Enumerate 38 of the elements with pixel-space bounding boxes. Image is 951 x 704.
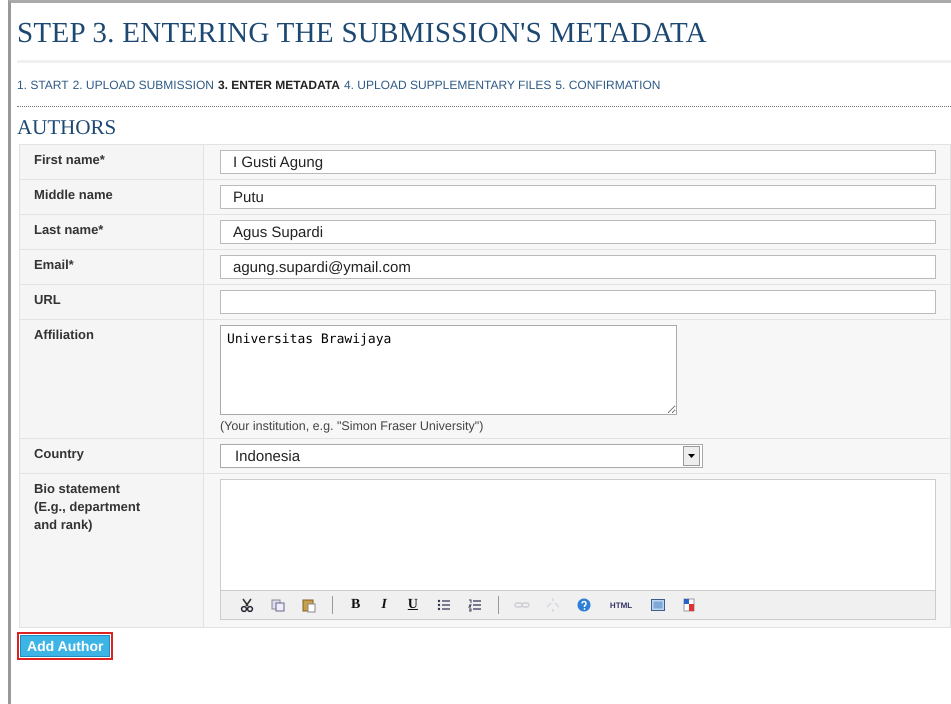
- step-link[interactable]: 1. START: [17, 78, 69, 92]
- scissors-icon[interactable]: [239, 597, 255, 613]
- text-field[interactable]: [220, 290, 936, 314]
- field-label: First name*: [20, 145, 204, 179]
- field-label: Bio statement (E.g., department and rank): [20, 474, 204, 627]
- text-field[interactable]: agung.supardi@ymail.com: [220, 255, 936, 279]
- step-link[interactable]: 3. ENTER METADATA: [218, 78, 340, 92]
- numbered-list-icon[interactable]: [466, 597, 483, 613]
- field-label: Last name*: [20, 215, 204, 249]
- toolbar-separator: [332, 596, 333, 614]
- step-link[interactable]: 2. UPLOAD SUBMISSION: [72, 78, 214, 92]
- step-link[interactable]: 4. UPLOAD SUPPLEMENTARY FILES: [344, 78, 552, 92]
- format-button[interactable]: HTML: [606, 600, 636, 610]
- text-area[interactable]: Universitas Brawijaya: [220, 325, 677, 415]
- page-title: STEP 3. ENTERING THE SUBMISSION'S METADATA: [17, 3, 951, 63]
- country-dropdown[interactable]: Indonesia: [220, 444, 703, 468]
- field-label: Affiliation: [20, 320, 204, 438]
- field-label: URL: [20, 285, 204, 319]
- paste-icon[interactable]: [301, 597, 317, 613]
- step-link[interactable]: 5. CONFIRMATION: [555, 78, 660, 92]
- copy-icon[interactable]: [270, 597, 286, 613]
- rich-text-editor[interactable]: B I U HTML: [220, 479, 936, 620]
- field-label: Middle name: [20, 180, 204, 214]
- help-icon[interactable]: [576, 597, 592, 613]
- text-field[interactable]: I Gusti Agung: [220, 150, 936, 174]
- bullet-list-icon[interactable]: [436, 597, 452, 613]
- field-label: Email*: [20, 250, 204, 284]
- section-title: AUTHORS: [17, 115, 118, 140]
- toolbar-separator: [498, 596, 499, 614]
- format-button[interactable]: B: [348, 597, 364, 613]
- format-button[interactable]: U: [404, 597, 421, 613]
- document-icon[interactable]: [681, 597, 698, 613]
- text-field[interactable]: Putu: [220, 185, 936, 209]
- field-label: Country: [20, 439, 204, 473]
- hint-text: (Your institution, e.g. "Simon Fraser University"): [220, 419, 484, 433]
- text-field[interactable]: Agus Supardi: [220, 220, 936, 244]
- window-icon[interactable]: [650, 597, 666, 613]
- format-button[interactable]: I: [378, 597, 390, 613]
